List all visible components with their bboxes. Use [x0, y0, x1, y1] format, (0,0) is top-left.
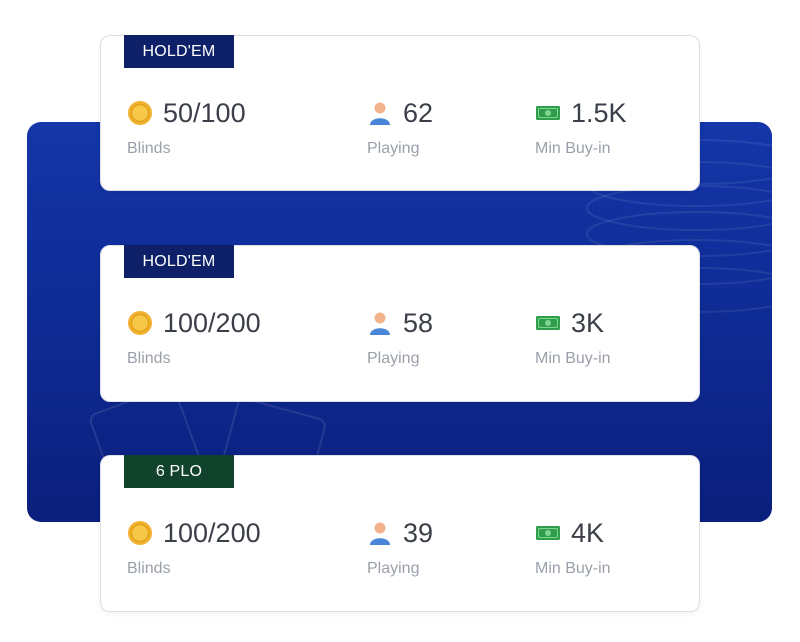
- min-buyin-stat: 4K Min Buy-in: [535, 516, 611, 579]
- person-icon: [370, 312, 390, 335]
- game-type-badge: HOLD'EM: [124, 35, 234, 68]
- gold-coin-icon: [128, 101, 152, 125]
- min-buyin-value: 1.5K: [571, 98, 627, 128]
- table-card[interactable]: 6 PLO 100/200 Blinds 39 Playing 4K Min B…: [100, 455, 700, 612]
- gold-coin-icon: [128, 311, 152, 335]
- players-value: 58: [403, 308, 434, 338]
- min-buyin-value: 3K: [571, 308, 605, 338]
- players-label: Playing: [367, 350, 420, 367]
- cash-icon: [536, 106, 560, 120]
- game-type-badge: HOLD'EM: [124, 245, 234, 278]
- person-icon: [370, 102, 390, 125]
- blinds-label: Blinds: [127, 140, 171, 157]
- min-buyin-stat: 3K Min Buy-in: [535, 306, 611, 369]
- blinds-value: 50/100: [163, 98, 246, 128]
- table-card[interactable]: HOLD'EM 100/200 Blinds 58 Playing 3K Min…: [100, 245, 700, 402]
- game-type-badge: 6 PLO: [124, 455, 234, 488]
- players-stat: 62 Playing: [367, 96, 433, 159]
- blinds-label: Blinds: [127, 560, 171, 577]
- min-buyin-stat: 1.5K Min Buy-in: [535, 96, 627, 159]
- players-label: Playing: [367, 140, 420, 157]
- blinds-label: Blinds: [127, 350, 171, 367]
- person-icon: [370, 522, 390, 545]
- min-buyin-label: Min Buy-in: [535, 140, 611, 157]
- players-stat: 39 Playing: [367, 516, 433, 579]
- min-buyin-label: Min Buy-in: [535, 350, 611, 367]
- min-buyin-value: 4K: [571, 518, 605, 548]
- min-buyin-label: Min Buy-in: [535, 560, 611, 577]
- players-value: 39: [403, 518, 434, 548]
- gold-coin-icon: [128, 521, 152, 545]
- table-card[interactable]: HOLD'EM 50/100 Blinds 62 Playing 1.5K Mi…: [100, 35, 700, 191]
- cash-icon: [536, 526, 560, 540]
- players-value: 62: [403, 98, 434, 128]
- players-stat: 58 Playing: [367, 306, 433, 369]
- blinds-stat: 100/200 Blinds: [127, 516, 261, 579]
- players-label: Playing: [367, 560, 420, 577]
- blinds-value: 100/200: [163, 308, 261, 338]
- blinds-stat: 100/200 Blinds: [127, 306, 261, 369]
- blinds-value: 100/200: [163, 518, 261, 548]
- cash-icon: [536, 316, 560, 330]
- blinds-stat: 50/100 Blinds: [127, 96, 246, 159]
